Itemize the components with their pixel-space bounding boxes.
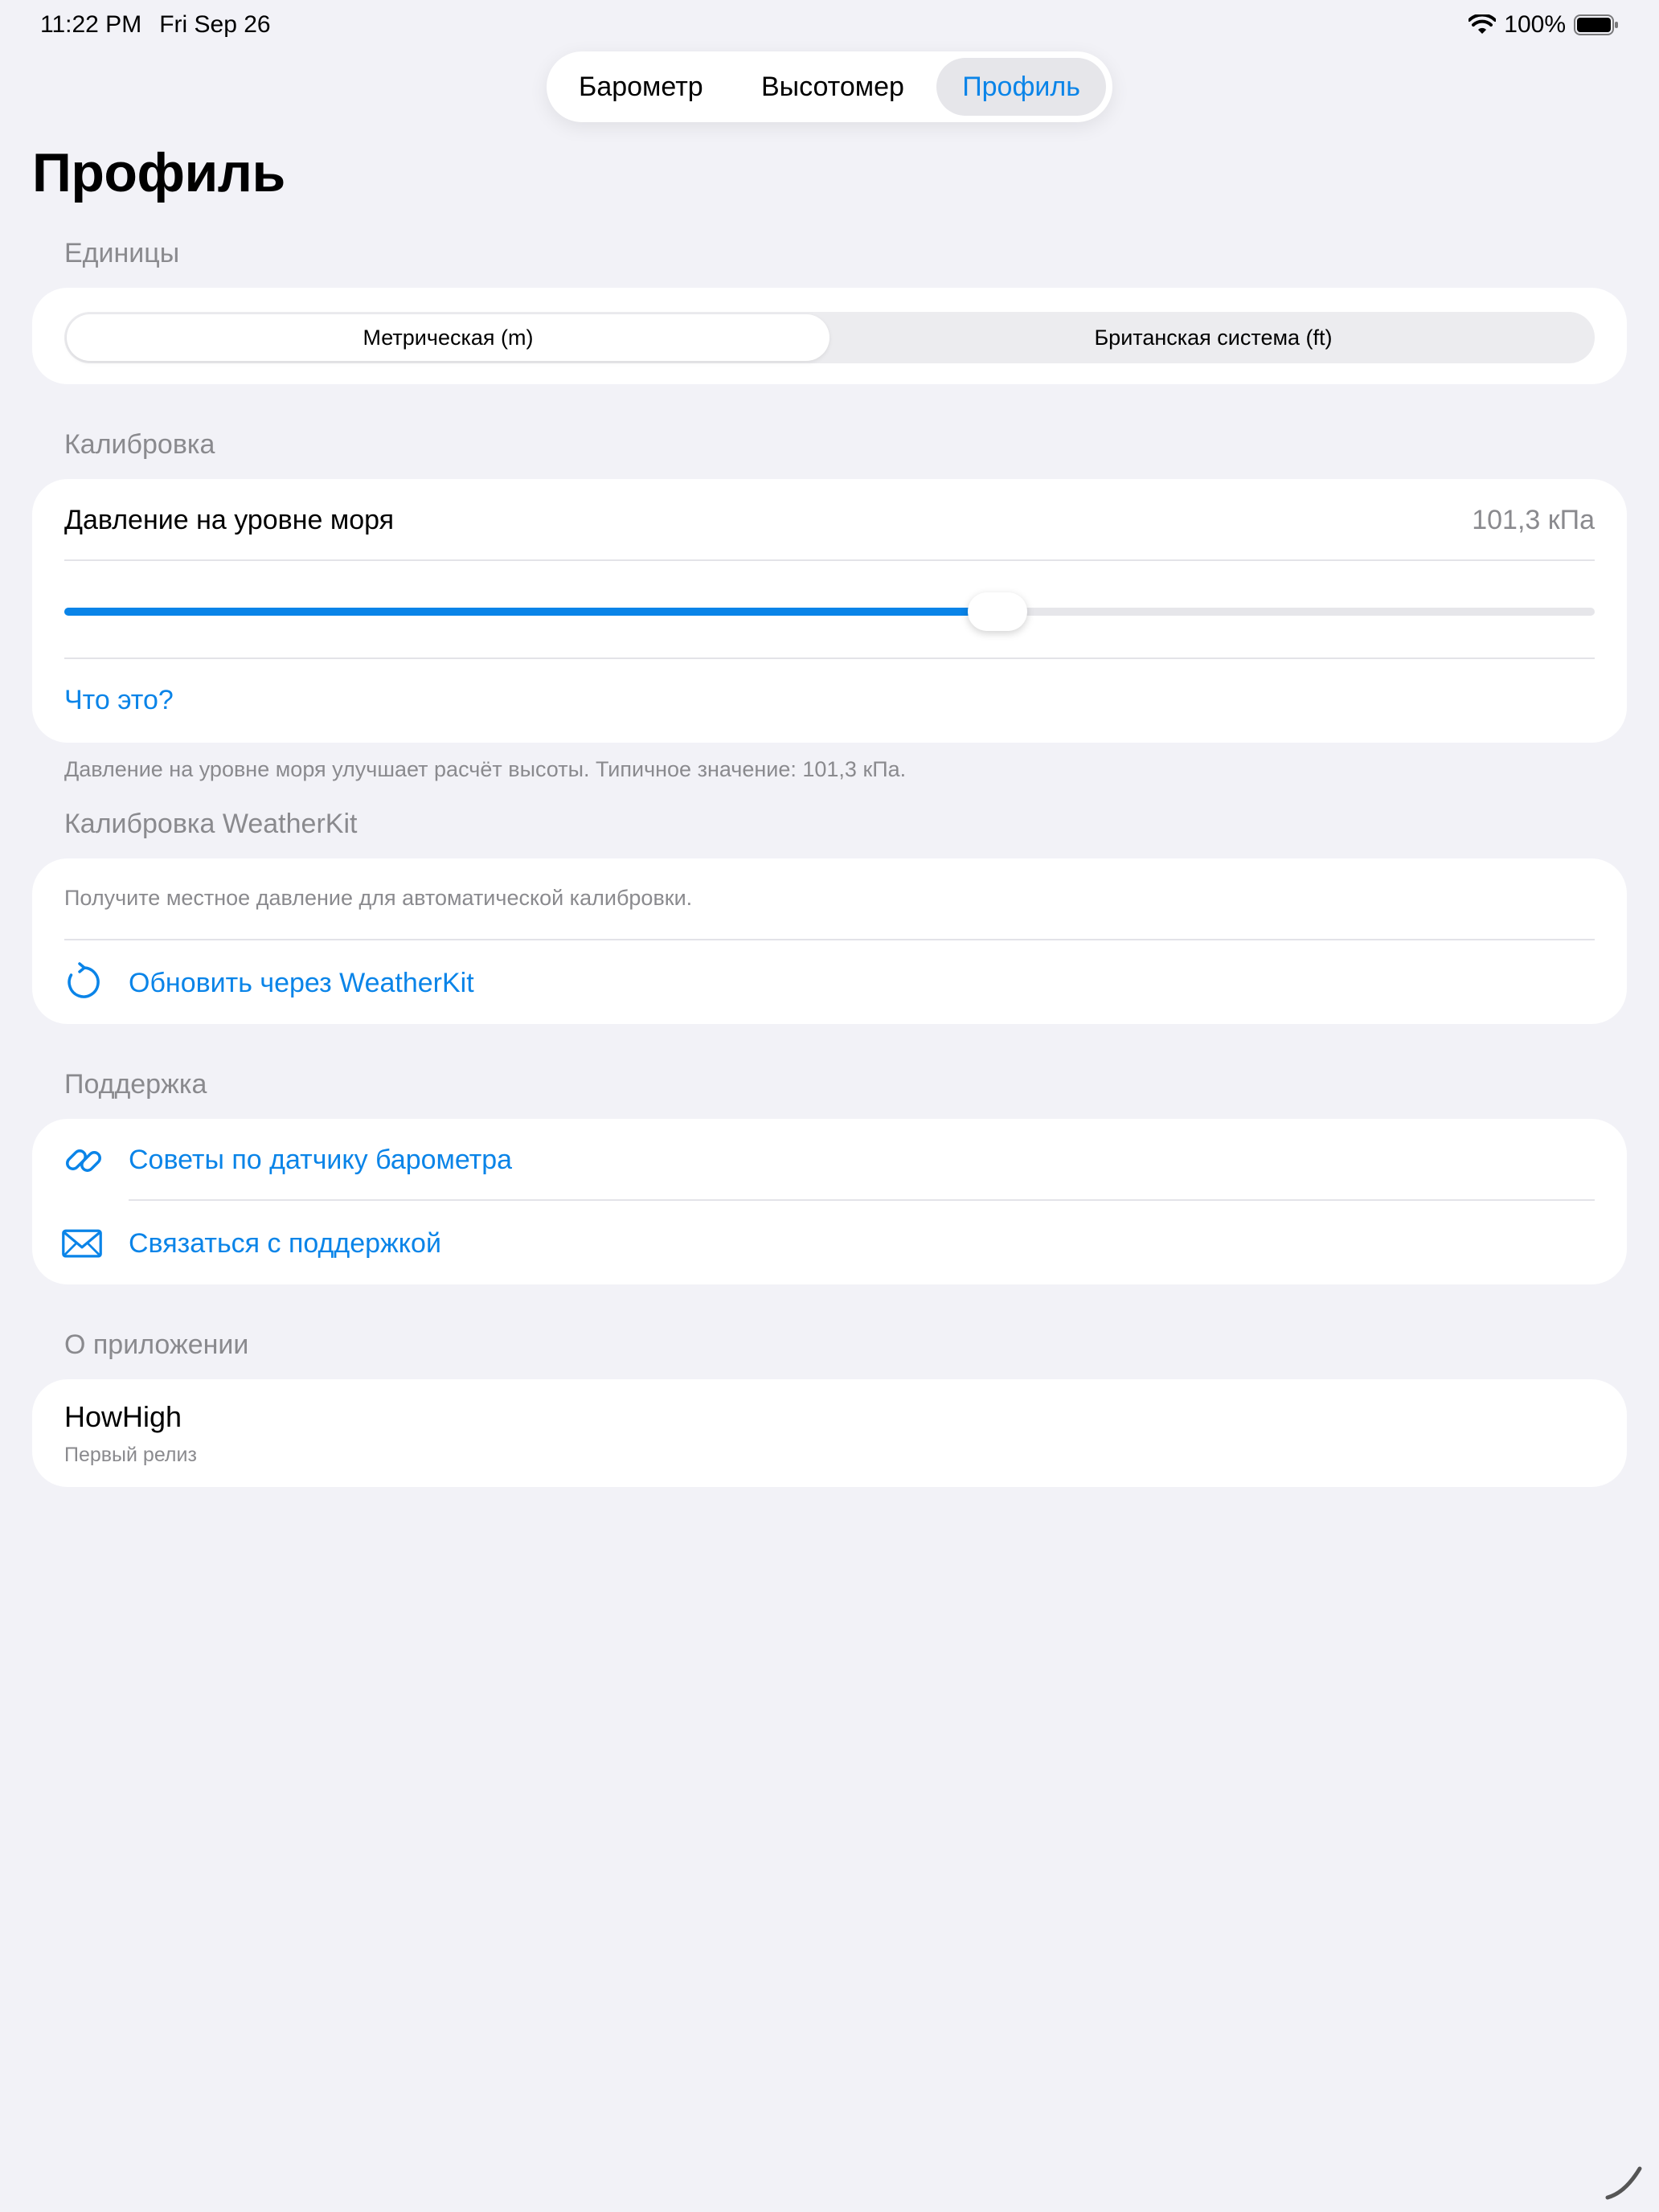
refresh-icon [68,962,100,998]
tab-barometer[interactable]: Барометр [553,58,729,116]
release-note: Первый релиз [64,1444,197,1466]
calibration-footnote: Давление на уровне моря улучшает расчёт … [64,757,907,781]
units-segmented-control: Метрическая (m) Британская система (ft) [64,312,1595,363]
calibration-divider-2 [64,657,1595,659]
pressure-slider-fill [64,608,998,616]
envelope-icon [62,1229,102,1258]
sea-level-pressure-label: Давление на уровне моря [64,505,395,535]
about-card: HowHigh Первый релиз [32,1379,1627,1487]
weatherkit-section-header: Калибровка WeatherKit [64,809,358,839]
top-tab-bar: Барометр Высотомер Профиль [547,51,1112,122]
status-date: Fri Sep 26 [159,11,271,38]
units-section-header: Единицы [64,238,180,268]
page-title: Профиль [32,142,285,203]
about-section-header: О приложении [64,1329,249,1360]
what-is-this-link[interactable]: Что это? [64,685,174,716]
pressure-slider-thumb[interactable] [968,592,1028,631]
contact-support-link[interactable]: Связаться с поддержкой [129,1228,441,1260]
support-section-header: Поддержка [64,1069,207,1100]
status-left: 11:22 PM Fri Sep 26 [40,11,271,39]
support-divider [129,1199,1595,1201]
tab-altimeter[interactable]: Высотомер [735,58,930,116]
corner-gesture-icon [1605,2166,1642,2200]
weatherkit-card: Получите местное давление для автоматиче… [32,858,1627,1024]
battery-percent: 100% [1504,11,1566,38]
wifi-icon [1469,14,1497,34]
weatherkit-description: Получите местное давление для автоматиче… [64,886,693,910]
segment-metric[interactable]: Метрическая (m) [67,314,830,361]
units-card: Метрическая (m) Британская система (ft) [32,288,1627,384]
refresh-weatherkit-button[interactable]: Обновить через WeatherKit [129,968,474,999]
status-bar: 11:22 PM Fri Sep 26 100% [0,0,1659,51]
link-icon [66,1149,101,1172]
sea-level-pressure-value: 101,3 кПа [1472,505,1595,535]
segment-imperial[interactable]: Британская система (ft) [832,312,1595,363]
tab-profile[interactable]: Профиль [936,58,1106,116]
calibration-divider-1 [64,559,1595,561]
app-name: HowHigh [64,1400,182,1433]
status-right: 100% [1469,11,1619,39]
status-time: 11:22 PM [40,11,142,38]
weatherkit-divider [64,939,1595,940]
battery-icon [1574,14,1618,35]
profile-screen: 11:22 PM Fri Sep 26 100% Барометр Высото… [0,0,1659,2212]
support-card: Советы по датчику барометра Связаться с … [32,1119,1627,1284]
pressure-slider[interactable] [64,592,1595,631]
barometer-tips-link[interactable]: Советы по датчику барометра [129,1145,512,1176]
calibration-card: Давление на уровне моря 101,3 кПа Что эт… [32,479,1627,743]
calibration-section-header: Калибровка [64,429,215,460]
